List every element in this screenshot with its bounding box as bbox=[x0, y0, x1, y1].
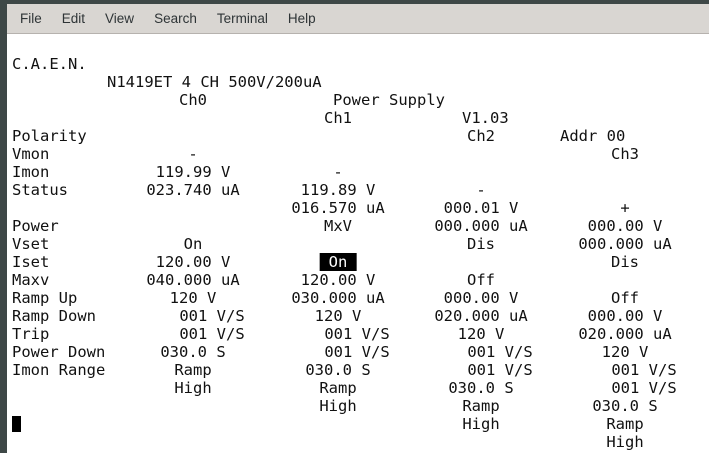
row-power-down: Power Down Ramp Ramp Ramp Ramp bbox=[7, 325, 709, 433]
footer-menu: Group Mode Reset Alarm Quit bbox=[7, 415, 709, 453]
row-imon: Imon 023.740 uA 016.570 uA 000.000 uA 00… bbox=[7, 145, 709, 253]
row-iset: Iset 040.000 uA 030.000 uA 020.000 uA 02… bbox=[7, 235, 709, 343]
row-label: Status bbox=[12, 181, 68, 199]
polarity-ch2: - bbox=[476, 181, 486, 199]
row-status: Status MxV Dis Dis bbox=[7, 163, 709, 271]
imon-range-ch1: High bbox=[319, 397, 357, 415]
power-down-ch0: Ramp bbox=[174, 361, 212, 379]
device-product: Power Supply bbox=[333, 91, 445, 109]
channel-header-row: Ch0 Ch1 Ch2 Ch3 bbox=[7, 73, 709, 163]
trip-ch2: 030.0 S bbox=[448, 379, 514, 397]
vmon-ch1: 119.89 V bbox=[300, 181, 376, 199]
imon-range-ch0: High bbox=[174, 379, 212, 397]
power-down-ch1: Ramp bbox=[319, 379, 357, 397]
menu-view[interactable]: View bbox=[105, 11, 134, 26]
ramp-down-ch2: 001 V/S bbox=[467, 361, 533, 379]
terminal-content[interactable]: C.A.E.N. N1419ET 4 CH 500V/200uA Power S… bbox=[7, 34, 709, 453]
menu-file[interactable]: File bbox=[20, 11, 42, 26]
trip-ch3: 030.0 S bbox=[592, 397, 658, 415]
ramp-up-ch3: 001 V/S bbox=[611, 361, 677, 379]
row-vset: Vset 120.00 V 120.00 V 000.00 V 000.00 V bbox=[7, 217, 709, 325]
cursor-block bbox=[12, 416, 21, 432]
row-ramp-down: Ramp Down 001 V/S 001 V/S 001 V/S 001 V/… bbox=[7, 289, 709, 397]
ramp-down-ch3: 001 V/S bbox=[611, 379, 677, 397]
row-ramp-up: Ramp Up 001 V/S 001 V/S 001 V/S 001 V/S bbox=[7, 271, 709, 379]
menu-terminal[interactable]: Terminal bbox=[217, 11, 268, 26]
power-down-ch2: Ramp bbox=[462, 397, 500, 415]
row-power: Power On On Off Off bbox=[7, 199, 709, 307]
row-imon-range: Imon Range High High High High bbox=[7, 343, 709, 451]
row-trip: Trip 030.0 S 030.0 S 030.0 S 030.0 S bbox=[7, 307, 709, 415]
menu-search[interactable]: Search bbox=[154, 11, 197, 26]
trip-ch1: 030.0 S bbox=[305, 361, 371, 379]
menu-help[interactable]: Help bbox=[288, 11, 316, 26]
device-header-line: C.A.E.N. N1419ET 4 CH 500V/200uA Power S… bbox=[7, 37, 709, 145]
row-vmon: Vmon 119.99 V 119.89 V 000.01 V 000.00 V bbox=[7, 127, 709, 235]
row-label: Imon Range bbox=[12, 361, 106, 379]
row-maxv: Maxv 120 V 120 V 120 V 120 V bbox=[7, 253, 709, 361]
row-polarity: Polarity - - - + bbox=[7, 109, 709, 217]
imon-range-ch3: High bbox=[606, 433, 644, 451]
channel-header-ch0: Ch0 bbox=[179, 91, 207, 109]
menu-edit[interactable]: Edit bbox=[62, 11, 85, 26]
menu-bar: File Edit View Search Terminal Help bbox=[7, 4, 709, 34]
device-brand: C.A.E.N. bbox=[12, 55, 87, 73]
terminal-window: File Edit View Search Terminal Help C.A.… bbox=[0, 0, 709, 453]
window-frame-left bbox=[0, 0, 7, 453]
imon-ch0: 023.740 uA bbox=[146, 181, 240, 199]
